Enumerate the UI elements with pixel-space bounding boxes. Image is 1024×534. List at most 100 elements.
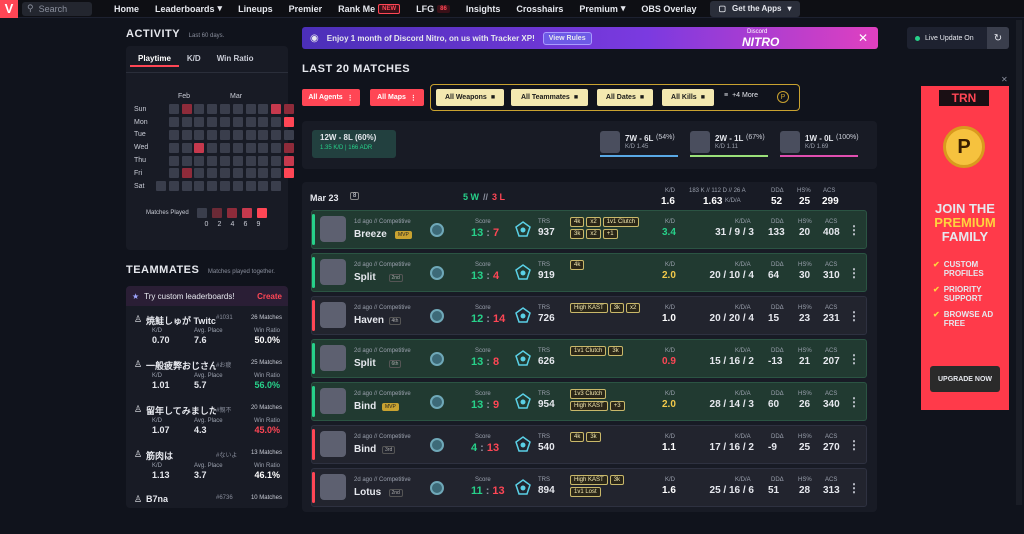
filter-kills[interactable]: All Kills ■ bbox=[662, 89, 714, 106]
nav-home[interactable]: Home bbox=[106, 4, 147, 14]
place-label: Avg. Place bbox=[194, 463, 223, 469]
more-vertical-icon[interactable]: ⋮ bbox=[848, 481, 860, 495]
filter-dates[interactable]: All Dates ■ bbox=[597, 89, 653, 106]
activity-tabs: Playtime K/D Win Ratio bbox=[130, 52, 262, 67]
teammate-name[interactable]: B7na bbox=[146, 494, 168, 504]
trs-label: TRS bbox=[538, 262, 550, 268]
nav-leaderboards[interactable]: Leaderboards ▾ bbox=[147, 3, 230, 14]
score: 13 : 7 bbox=[471, 227, 499, 239]
teammate-row[interactable]: ♙ 焼鮭しゅが Twitch #1031 26 Matches K/D 0.70… bbox=[134, 314, 282, 354]
trs-label: TRS bbox=[538, 305, 550, 311]
nav-premium[interactable]: Premium ▾ bbox=[571, 3, 633, 14]
perk: PRIORITY SUPPORT bbox=[943, 285, 983, 303]
agent-kd: K/D 1.11 bbox=[715, 144, 738, 150]
chevron-down-icon: ▾ bbox=[217, 3, 223, 13]
trs-value: 919 bbox=[538, 270, 555, 281]
site-logo[interactable]: V bbox=[0, 0, 18, 18]
agent-summary[interactable]: 1W - 0L (100%) K/D 1.69 bbox=[780, 131, 859, 159]
user-icon: ♙ bbox=[134, 494, 143, 504]
more-vertical-icon[interactable]: ⋮ bbox=[848, 223, 860, 237]
teammate-name[interactable]: 筋肉は bbox=[146, 449, 173, 462]
day-kd: 1.6 bbox=[661, 196, 675, 207]
teammates-panel: ★ Try custom leaderboards! Create ♙ 焼鮭しゅ… bbox=[126, 286, 288, 508]
overall-record: 12W - 8L (60%) 1.35 K/D | 166 ADR bbox=[312, 130, 396, 158]
result-bar bbox=[312, 429, 315, 460]
upgrade-now-button[interactable]: UPGRADE NOW bbox=[930, 366, 1000, 392]
match-row[interactable]: 2d ago // Competitive Bind 3rd Score 4 :… bbox=[311, 425, 867, 464]
teammate-wr: 56.0% bbox=[254, 380, 280, 390]
teammate-row[interactable]: ♙ 筋肉は #ないよ 13 Matches K/D 1.13 Avg. Plac… bbox=[134, 449, 282, 489]
match-tags: 4k x2 1v1 Clutch 3k x2 +1 bbox=[570, 217, 646, 241]
match-row[interactable]: 2d ago // Competitive Split 2nd Score 13… bbox=[311, 253, 867, 292]
kd-value: 2.0 bbox=[662, 399, 676, 410]
nitro-banner[interactable]: ◉ Enjoy 1 month of Discord Nitro, on us … bbox=[302, 27, 878, 49]
agent-pct: (54%) bbox=[656, 134, 675, 141]
match-row[interactable]: 2d ago // Competitive Lotus 2nd Score 11… bbox=[311, 468, 867, 507]
score: 13 : 8 bbox=[471, 356, 499, 368]
view-rules-button[interactable]: View Rules bbox=[542, 31, 592, 45]
filter-label: All Dates bbox=[605, 94, 636, 101]
filter-agents[interactable]: All Agents ⋮ bbox=[302, 89, 360, 106]
tab-win-ratio[interactable]: Win Ratio bbox=[209, 52, 262, 67]
match-row[interactable]: 2d ago // Competitive Haven 4th Score 12… bbox=[311, 296, 867, 335]
teammate-name[interactable]: 一般疲弊おじさん bbox=[146, 359, 216, 372]
get-apps-button[interactable]: ▢ Get the Apps ▾ bbox=[710, 0, 800, 17]
teammate-row[interactable]: ♙ 一般疲弊おじさん #お疲 25 Matches K/D 1.01 Avg. … bbox=[134, 359, 282, 399]
filter-weapons[interactable]: All Weapons ■ bbox=[436, 89, 504, 106]
day-dda-label: DDΔ bbox=[771, 188, 784, 194]
scrollbar[interactable] bbox=[1016, 20, 1022, 505]
more-vertical-icon[interactable]: ⋮ bbox=[848, 309, 860, 323]
kd-label: K/D bbox=[152, 463, 163, 469]
teammate-row[interactable]: ♙ 留年してみました #親不 20 Matches K/D 1.07 Avg. … bbox=[134, 404, 282, 444]
nav-insights[interactable]: Insights bbox=[458, 4, 509, 14]
score-colon: : bbox=[482, 485, 493, 497]
close-icon[interactable]: ✕ bbox=[858, 31, 868, 45]
day-label: Thu bbox=[134, 157, 147, 165]
match-row[interactable]: 2d ago // Competitive Bind MVP Score 13 … bbox=[311, 382, 867, 421]
live-update-toggle[interactable]: Live Update On ↻ bbox=[907, 27, 1009, 49]
check-icon: ✔ bbox=[933, 285, 940, 294]
more-filters-button[interactable]: ≡ +4 More bbox=[724, 92, 758, 99]
create-button[interactable]: Create bbox=[257, 292, 282, 301]
close-ad-icon[interactable]: ✕ bbox=[1001, 75, 1008, 84]
tab-kd[interactable]: K/D bbox=[179, 52, 209, 67]
more-vertical-icon[interactable]: ⋮ bbox=[848, 266, 860, 280]
hs-value: 26 bbox=[799, 399, 811, 410]
teammate-place: 4.3 bbox=[194, 425, 207, 435]
trs-label: TRS bbox=[538, 434, 550, 440]
match-row[interactable]: 2d ago // Competitive Split 6th Score 13… bbox=[311, 339, 867, 378]
filter-teammates[interactable]: All Teammates ■ bbox=[511, 89, 588, 106]
filter-maps[interactable]: All Maps ⋮ bbox=[370, 89, 424, 106]
teammate-name[interactable]: 留年してみました bbox=[146, 404, 216, 417]
match-tags: 1v1 Clutch 3k bbox=[570, 346, 646, 358]
nav-crosshairs[interactable]: Crosshairs bbox=[508, 4, 571, 14]
search-input[interactable]: ⚲ Search bbox=[22, 1, 92, 16]
nav-premier[interactable]: Premier bbox=[281, 4, 331, 14]
agent-winbar bbox=[600, 155, 678, 157]
acs-value: 270 bbox=[823, 442, 840, 453]
kd-label: K/D bbox=[665, 262, 676, 268]
kd-value: 2.0 bbox=[662, 270, 676, 281]
agent-winbar bbox=[780, 155, 858, 157]
agent-summary[interactable]: 2W - 1L (67%) K/D 1.11 bbox=[690, 131, 768, 159]
agent-summary[interactable]: 7W - 6L (54%) K/D 1.45 bbox=[600, 131, 678, 159]
teammate-row[interactable]: ♙ B7na #6736 10 Matches bbox=[134, 494, 282, 534]
match-row[interactable]: 1d ago // Competitive Breeze MVP Score 1… bbox=[311, 210, 867, 249]
teammate-name[interactable]: 焼鮭しゅが Twitch bbox=[146, 314, 216, 327]
refresh-icon[interactable]: ↻ bbox=[987, 27, 1009, 49]
nav-obs-overlay[interactable]: OBS Overlay bbox=[633, 4, 704, 14]
more-vertical-icon[interactable]: ⋮ bbox=[848, 395, 860, 409]
score-own: 11 bbox=[471, 485, 483, 497]
nav-rankme[interactable]: Rank Me NEW bbox=[330, 3, 408, 14]
more-vertical-icon[interactable]: ⋮ bbox=[848, 438, 860, 452]
score: 13 : 4 bbox=[471, 270, 499, 282]
tab-playtime[interactable]: Playtime bbox=[130, 52, 179, 67]
activity-panel: Playtime K/D Win Ratio Feb Mar Sun Mon T… bbox=[126, 46, 294, 250]
premium-ad[interactable]: TRN P JOIN THE PREMIUM FAMILY ✔ CUSTOM PR… bbox=[921, 86, 1009, 410]
nav-lineups[interactable]: Lineups bbox=[230, 4, 281, 14]
more-vertical-icon[interactable]: ⋮ bbox=[848, 352, 860, 366]
day-kd-label: K/D bbox=[665, 188, 676, 194]
acs-value: 310 bbox=[823, 270, 840, 281]
nav-lfg[interactable]: LFG 86 bbox=[408, 4, 458, 14]
placement-badge: 3rd bbox=[382, 446, 396, 454]
